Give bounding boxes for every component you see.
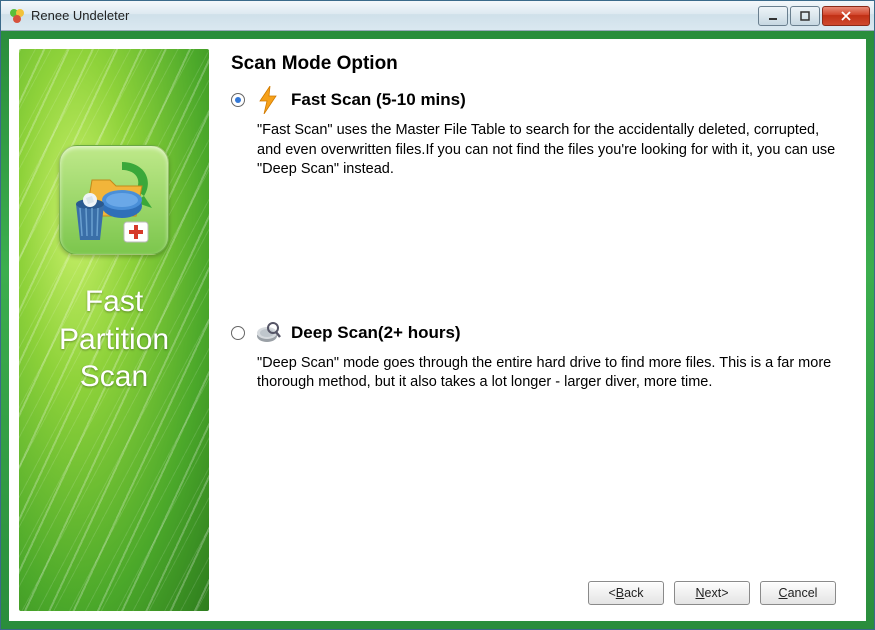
option-deep-scan: Deep Scan(2+ hours) "Deep Scan" mode goe… — [231, 320, 842, 393]
page-heading: Scan Mode Option — [231, 53, 842, 75]
option-header[interactable]: Deep Scan(2+ hours) — [231, 320, 842, 346]
minimize-button[interactable] — [758, 6, 788, 26]
main-panel: Scan Mode Option Fast Scan (5-10 mins) "… — [209, 49, 856, 611]
app-icon — [9, 8, 25, 24]
back-button[interactable]: <Back — [588, 581, 664, 605]
content-area: Fast Partition Scan Scan Mode Option — [9, 39, 866, 621]
option-fast-scan: Fast Scan (5-10 mins) "Fast Scan" uses t… — [231, 87, 842, 180]
sidebar-title: Fast Partition Scan — [59, 283, 169, 396]
option-description: "Deep Scan" mode goes through the entire… — [257, 354, 842, 393]
option-label: Deep Scan(2+ hours) — [291, 323, 461, 343]
cancel-button[interactable]: Cancel — [760, 581, 836, 605]
option-description: "Fast Scan" uses the Master File Table t… — [257, 121, 842, 180]
sidebar-content: Fast Partition Scan — [19, 49, 209, 611]
option-label: Fast Scan (5-10 mins) — [291, 90, 466, 110]
radio-fast-scan[interactable] — [231, 93, 245, 107]
lightning-icon — [255, 87, 281, 113]
maximize-button[interactable] — [790, 6, 820, 26]
window-controls — [758, 6, 870, 26]
recovery-icon — [59, 145, 169, 255]
next-button[interactable]: Next> — [674, 581, 750, 605]
outer-frame: Fast Partition Scan Scan Mode Option — [1, 31, 874, 629]
titlebar: Renee Undeleter — [1, 1, 874, 31]
wizard-footer: <Back Next> Cancel — [231, 581, 842, 611]
close-button[interactable] — [822, 6, 870, 26]
option-header[interactable]: Fast Scan (5-10 mins) — [231, 87, 842, 113]
radio-deep-scan[interactable] — [231, 326, 245, 340]
disk-search-icon — [255, 320, 281, 346]
app-window: Renee Undeleter — [0, 0, 875, 630]
window-title: Renee Undeleter — [31, 8, 758, 23]
sidebar: Fast Partition Scan — [19, 49, 209, 611]
